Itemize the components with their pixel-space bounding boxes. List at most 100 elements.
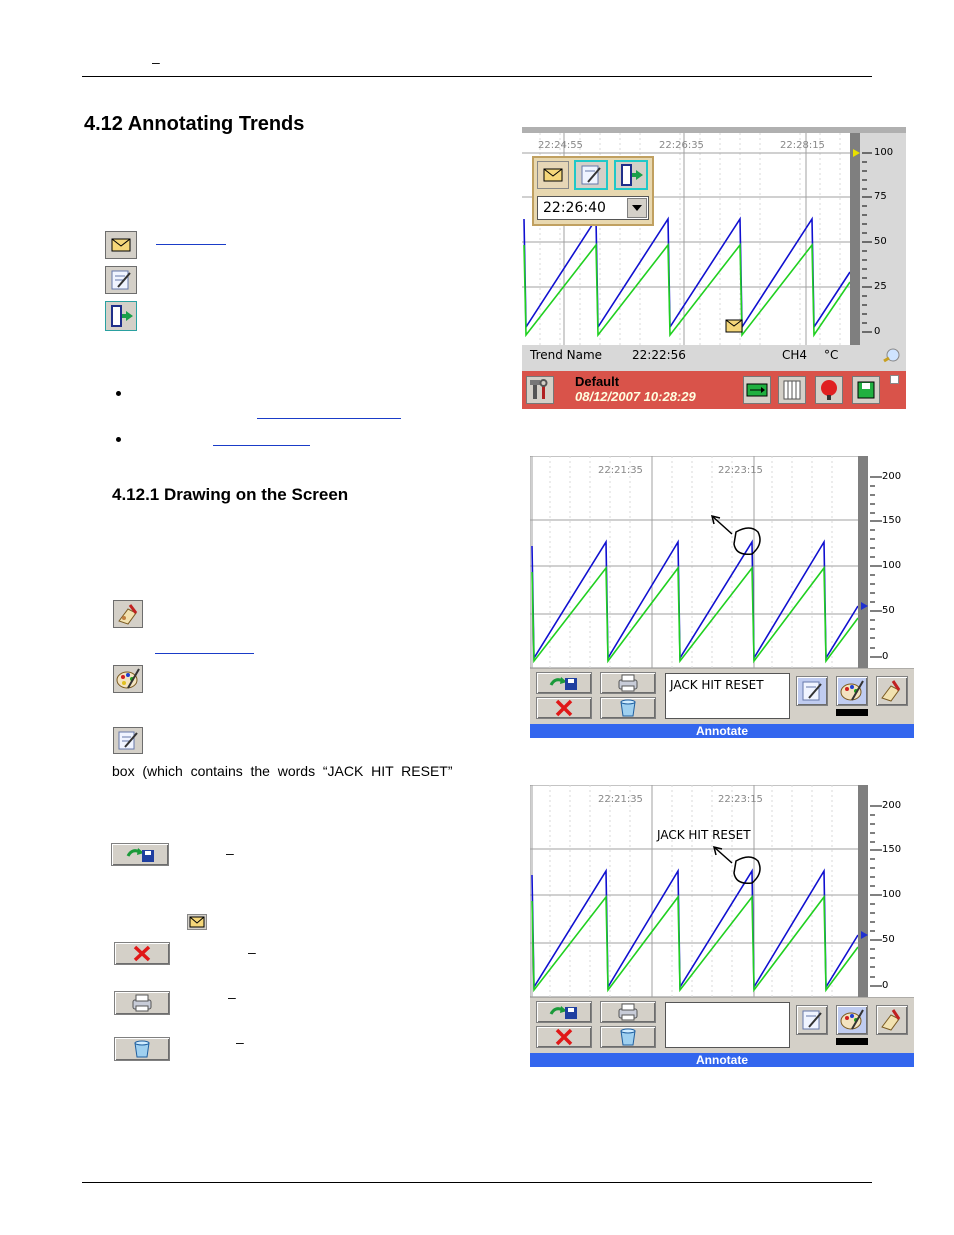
save-button-image	[111, 843, 169, 866]
bars-icon	[783, 380, 801, 400]
header-dash: –	[152, 54, 160, 70]
cancel-x-icon	[133, 945, 151, 962]
dash-3: –	[228, 989, 236, 1005]
s2-color-swatch	[836, 709, 868, 716]
s2-save-button[interactable]	[536, 672, 592, 694]
s2-scale-50: 50	[882, 605, 895, 616]
s1-bar-name: Default	[575, 374, 620, 389]
chevron-down-icon	[632, 205, 642, 211]
exit-door-icon	[111, 305, 133, 327]
envelope-icon	[189, 916, 205, 928]
s1-alarm-button[interactable]	[815, 376, 843, 404]
s1-status-channel: CH4	[782, 348, 808, 362]
s1-status-trend: Trend Name	[530, 348, 603, 362]
s1-tools-button[interactable]	[526, 376, 554, 404]
popup-time-dropdown[interactable]	[627, 198, 647, 218]
cancel-x-icon	[555, 1028, 573, 1046]
s3-annotation-text: JACK HIT RESET	[657, 828, 751, 842]
bullet-1	[116, 391, 121, 396]
subsection-title: 4.12.1 Drawing on the Screen	[112, 485, 349, 504]
trash-bucket-icon	[620, 699, 636, 717]
s2-scale-200: 200	[882, 471, 902, 482]
s1-chart-button[interactable]	[778, 376, 806, 404]
cancel-x-icon	[555, 699, 573, 717]
annotate-edit-icon	[118, 731, 138, 750]
link-underline-1[interactable]	[156, 244, 226, 245]
s2-text-box[interactable]: JACK HIT RESET	[665, 673, 790, 719]
envelope-icon	[543, 168, 563, 182]
link-underline-2[interactable]	[257, 418, 401, 419]
popup-annotate-button[interactable]	[574, 160, 608, 190]
s1-time-2: 22:26:35	[659, 140, 704, 151]
s3-clear-button[interactable]	[600, 1026, 656, 1048]
s2-scale-0: 0	[882, 651, 889, 662]
s2-scale-150: 150	[882, 515, 902, 526]
envelope-button-image	[105, 231, 137, 259]
dash-4: –	[236, 1034, 244, 1050]
footer-rule	[82, 1182, 872, 1183]
popup-exit-button[interactable]	[614, 160, 648, 190]
s2-annotate-button[interactable]	[796, 676, 828, 706]
s1-bar-datetime: 08/12/2007 10:28:29	[575, 389, 696, 404]
print-icon	[618, 1003, 638, 1021]
popup-time-select[interactable]: 22:26:40	[537, 196, 649, 220]
save-icon	[549, 677, 577, 690]
s1-scale-0: 0	[874, 326, 881, 337]
s3-print-button[interactable]	[600, 1001, 656, 1023]
s3-scale-50: 50	[882, 934, 895, 945]
s3-scale-150: 150	[882, 844, 902, 855]
envelope-icon	[111, 238, 131, 252]
trend-screen-1: 22:24:55 22:26:35 22:28:15 100 75 50 25 …	[522, 127, 906, 409]
s3-color-swatch	[836, 1038, 868, 1045]
s1-scale-25: 25	[874, 281, 887, 292]
save-icon	[126, 848, 154, 862]
s2-palette-button[interactable]	[836, 676, 868, 706]
annotate-button-image	[105, 266, 137, 294]
s1-status-unit: °C	[824, 348, 839, 362]
s3-pen-button[interactable]	[876, 1005, 908, 1035]
s1-scale-100: 100	[874, 147, 894, 158]
annotate-edit-icon	[802, 681, 822, 701]
popup-time-value: 22:26:40	[543, 200, 606, 216]
trash-bucket-icon	[620, 1028, 636, 1046]
s3-palette-button[interactable]	[836, 1005, 868, 1035]
s2-time-1: 22:21:35	[598, 465, 643, 476]
s3-cancel-button[interactable]	[536, 1026, 592, 1048]
print-icon	[132, 994, 152, 1012]
s3-annotate-bar: Annotate	[696, 1053, 748, 1067]
cancel-button-image	[114, 942, 170, 965]
s2-cancel-button[interactable]	[536, 697, 592, 719]
exit-button-image	[105, 301, 137, 331]
dash-2: –	[248, 944, 256, 960]
box-text-line: box (which contains the words “JACK HIT …	[112, 763, 453, 779]
print-icon	[618, 674, 638, 692]
s1-process-button[interactable]	[743, 376, 771, 404]
s1-corner-checkbox[interactable]	[890, 375, 899, 384]
s2-annotate-bar: Annotate	[696, 724, 748, 738]
popup-envelope-button[interactable]	[537, 161, 569, 189]
print-button-image	[114, 991, 170, 1015]
trash-bucket-icon	[134, 1040, 150, 1058]
s2-pen-button[interactable]	[876, 676, 908, 706]
s3-save-button[interactable]	[536, 1001, 592, 1023]
s1-time-3: 22:28:15	[780, 140, 825, 151]
zoom-icon[interactable]	[880, 346, 904, 364]
s3-scale-0: 0	[882, 980, 889, 991]
alarm-bell-icon	[821, 380, 837, 400]
link-underline-3[interactable]	[213, 445, 310, 446]
s1-save-button[interactable]	[852, 376, 880, 404]
palette-icon	[116, 668, 140, 689]
s2-clear-button[interactable]	[600, 697, 656, 719]
annotate-edit-icon	[581, 165, 601, 185]
section-title: 4.12 Annotating Trends	[84, 113, 305, 135]
save-icon	[857, 381, 875, 399]
s3-text-box[interactable]	[665, 1002, 790, 1048]
s1-time-1: 22:24:55	[538, 140, 583, 151]
pen-button-image	[113, 600, 143, 628]
link-underline-4[interactable]	[155, 653, 254, 654]
pen-drawing-icon	[881, 680, 901, 702]
header-rule	[82, 76, 872, 77]
s3-annotate-button[interactable]	[796, 1005, 828, 1035]
s2-print-button[interactable]	[600, 672, 656, 694]
exit-door-icon	[621, 164, 643, 186]
